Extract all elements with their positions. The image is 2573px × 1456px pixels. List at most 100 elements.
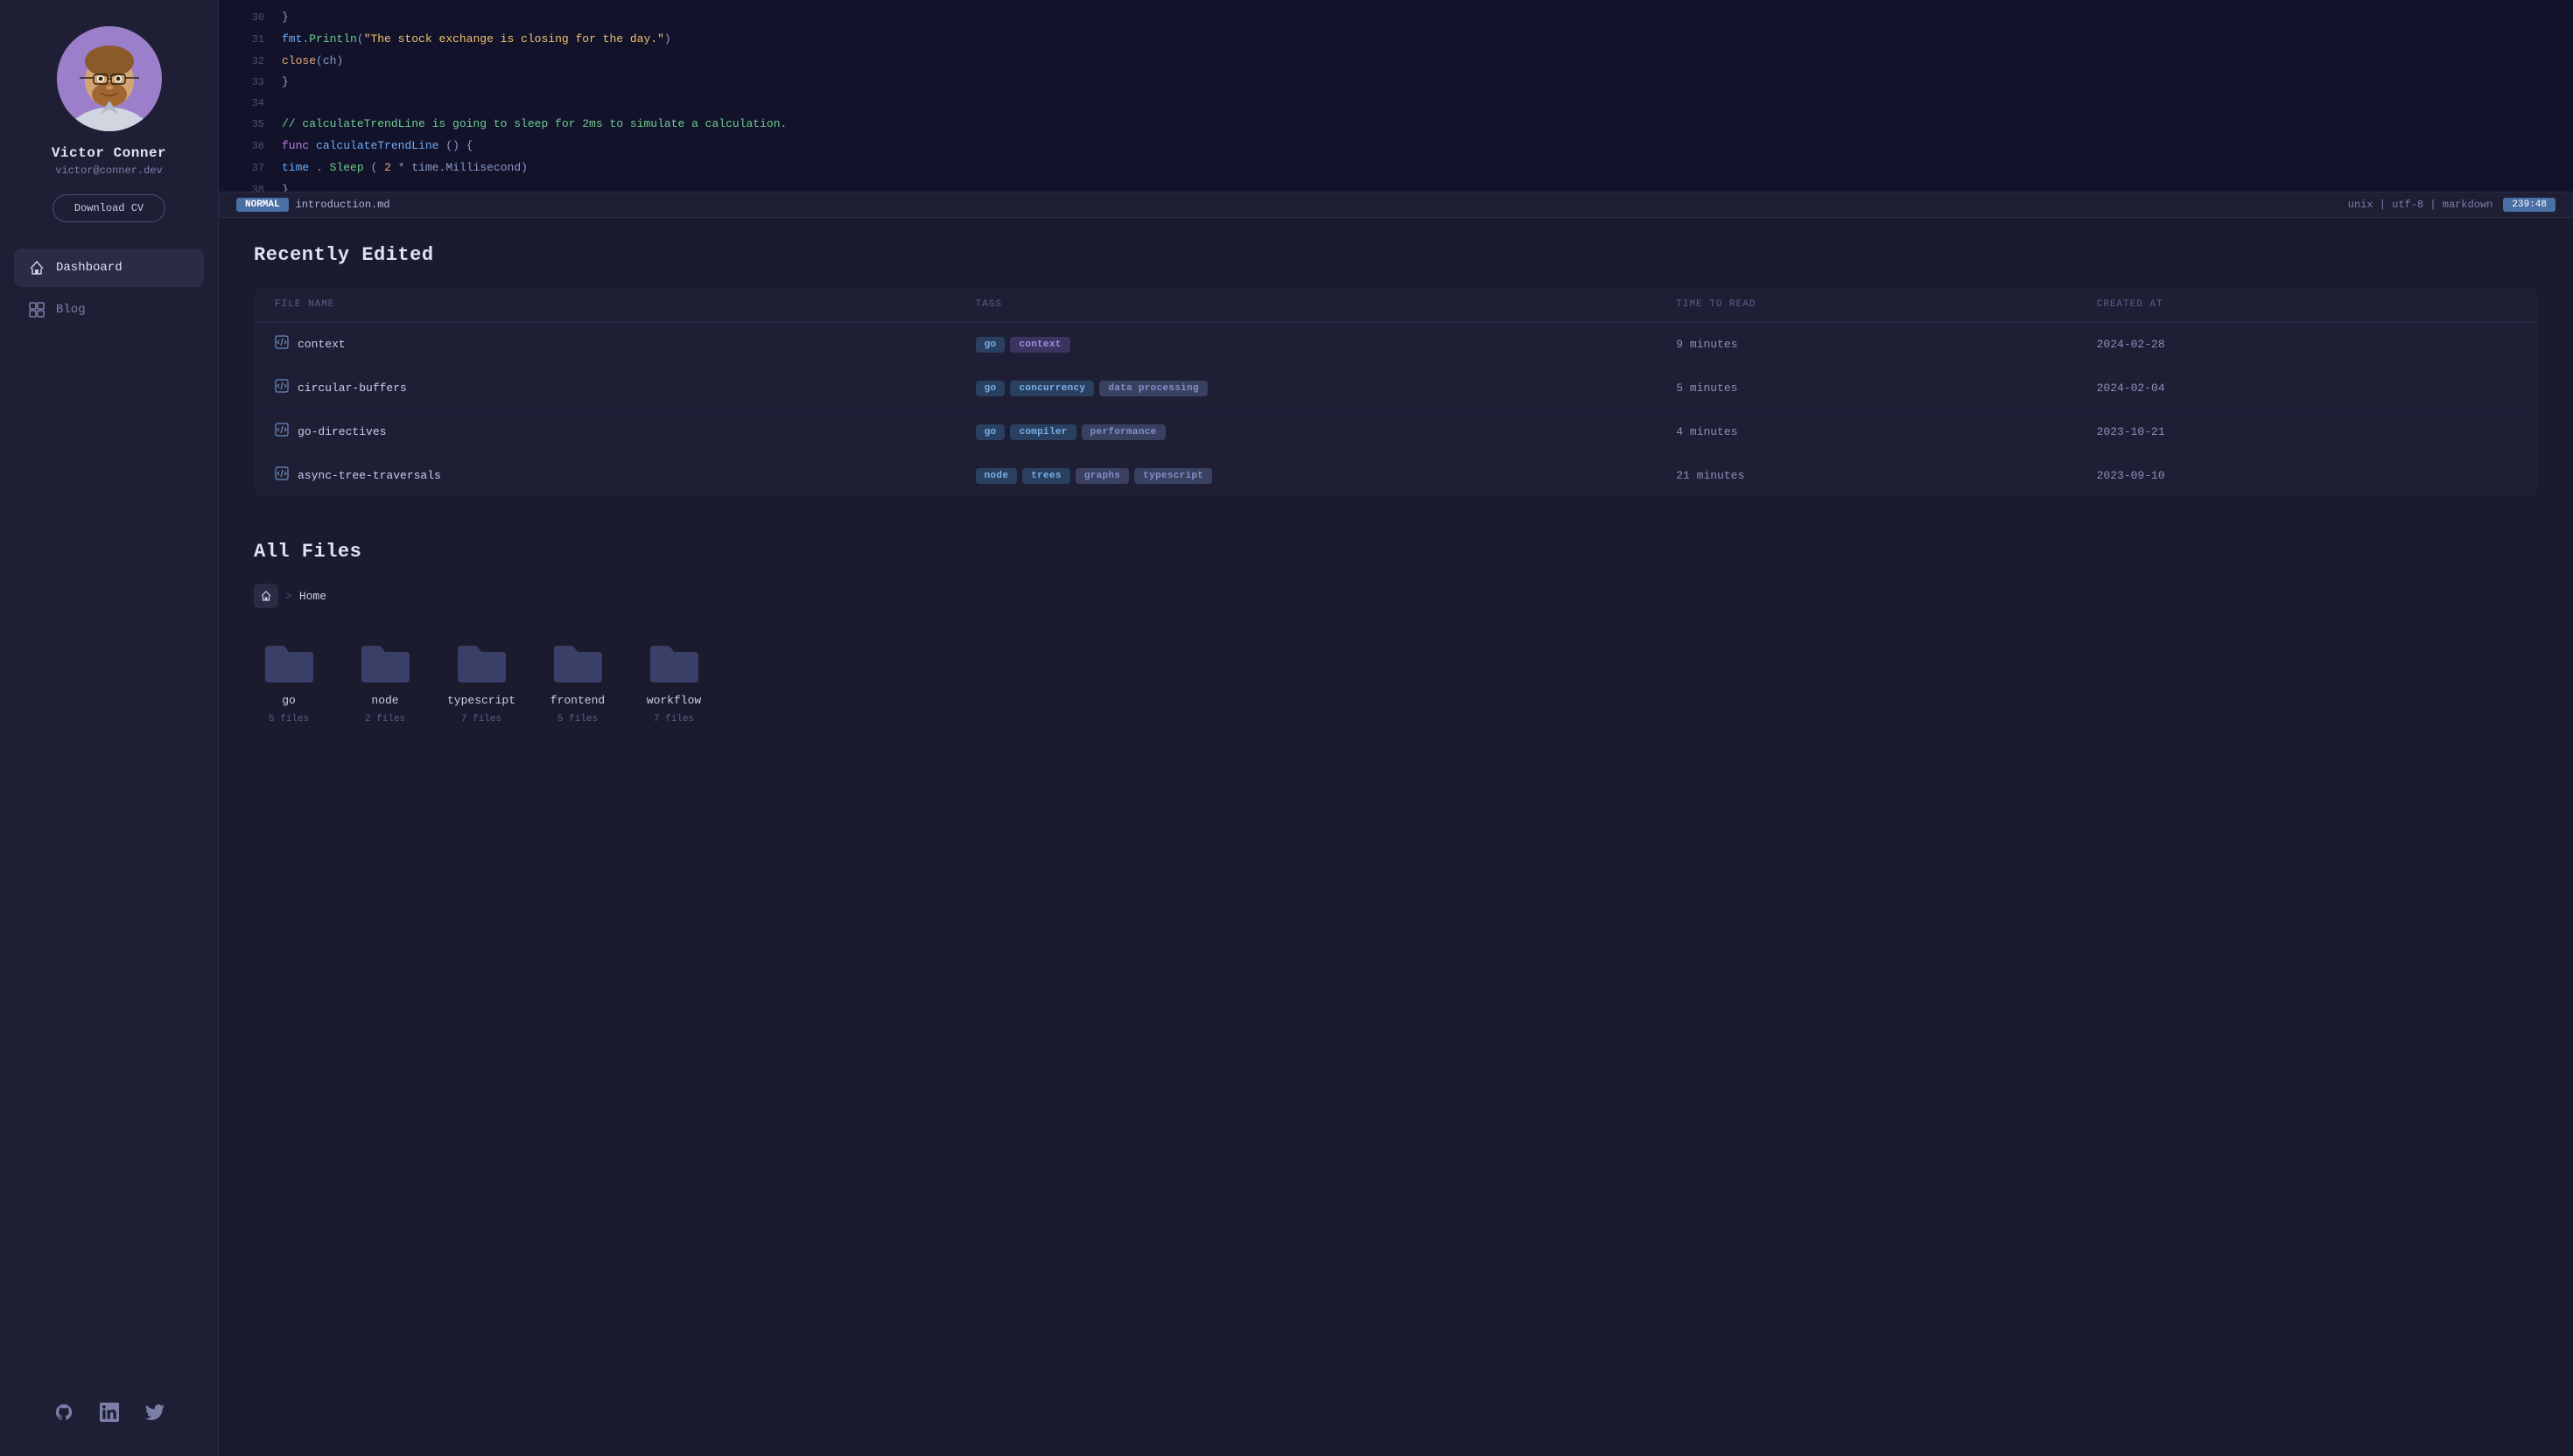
time-directives: 4 minutes	[1676, 425, 2096, 438]
filename-context: context	[298, 338, 346, 351]
folder-count-typescript: 7 files	[461, 714, 501, 724]
folder-icon-go	[258, 634, 319, 687]
tags-circular: go concurrency data processing	[976, 381, 1677, 396]
file-code-icon	[275, 379, 289, 397]
folder-icon-node	[354, 634, 416, 687]
cursor-position: 239:48	[2503, 198, 2555, 212]
table-row[interactable]: async-tree-traversals node trees graphs …	[254, 454, 2538, 497]
content-area[interactable]: Recently Edited FILE NAME TAGS TIME TO R…	[219, 218, 2573, 1456]
tag-typescript: typescript	[1134, 468, 1212, 484]
col-created: CREATED AT	[2097, 299, 2517, 310]
code-lines: 30 } 31 fmt.Println("The stock exchange …	[219, 0, 2573, 192]
editor-mode: NORMAL	[236, 198, 289, 212]
code-line-30: 30 }	[219, 7, 2573, 29]
folder-name-typescript: typescript	[447, 694, 515, 707]
avatar	[57, 26, 162, 131]
time-circular: 5 minutes	[1676, 382, 2096, 395]
folder-frontend[interactable]: frontend 5 files	[543, 634, 613, 724]
date-directives: 2023-10-21	[2097, 425, 2517, 438]
folder-typescript[interactable]: typescript 7 files	[446, 634, 516, 724]
status-bar: NORMAL introduction.md unix | utf-8 | ma…	[219, 192, 2573, 218]
sidebar-item-dashboard[interactable]: Dashboard	[14, 248, 204, 287]
folder-count-go: 5 files	[269, 714, 309, 724]
sidebar-item-blog[interactable]: Blog	[14, 290, 204, 329]
table-row[interactable]: context go context 9 minutes 2024-02-28	[254, 323, 2538, 367]
folder-icon-frontend	[547, 634, 608, 687]
folder-name-frontend: frontend	[550, 694, 605, 707]
breadcrumb-separator: >	[285, 590, 292, 603]
sidebar: Victor Conner victor@conner.dev Download…	[0, 0, 219, 1456]
filename-directives: go-directives	[298, 425, 386, 438]
folder-name-go: go	[282, 694, 296, 707]
file-cell-directives: go-directives	[275, 423, 976, 441]
code-line-37: 37 time . Sleep ( 2 * time.Millisecond)	[219, 158, 2573, 179]
code-line-34: 34	[219, 94, 2573, 114]
sidebar-nav: Dashboard Blog	[0, 248, 218, 332]
twitter-icon[interactable]	[143, 1400, 167, 1424]
date-context: 2024-02-28	[2097, 338, 2517, 351]
file-code-icon	[275, 423, 289, 441]
breadcrumb-home-button[interactable]	[254, 584, 278, 608]
tag-data-processing: data processing	[1099, 381, 1208, 396]
col-filename: FILE NAME	[275, 299, 976, 310]
tags-directives: go compiler performance	[976, 424, 1677, 440]
code-line-31: 31 fmt.Println("The stock exchange is cl…	[219, 29, 2573, 51]
table-header: FILE NAME TAGS TIME TO READ CREATED AT	[254, 287, 2538, 323]
breadcrumb-current: Home	[299, 590, 326, 603]
tag-go: go	[976, 381, 1006, 396]
tag-concurrency: concurrency	[1010, 381, 1094, 396]
code-line-32: 32 close(ch)	[219, 51, 2573, 73]
folder-node[interactable]: node 2 files	[350, 634, 420, 724]
folder-count-frontend: 5 files	[557, 714, 598, 724]
filename-circular: circular-buffers	[298, 382, 407, 395]
status-right: unix | utf-8 | markdown 239:48	[2348, 198, 2555, 212]
table-row[interactable]: go-directives go compiler performance 4 …	[254, 410, 2538, 454]
linkedin-icon[interactable]	[97, 1400, 122, 1424]
user-name: Victor Conner	[52, 145, 166, 161]
col-time: TIME TO READ	[1676, 299, 2096, 310]
folder-count-node: 2 files	[365, 714, 405, 724]
social-links	[38, 1386, 181, 1438]
folder-count-workflow: 7 files	[654, 714, 694, 724]
date-circular: 2024-02-04	[2097, 382, 2517, 395]
code-line-36: 36 func calculateTrendLine () {	[219, 136, 2573, 158]
tag-performance: performance	[1082, 424, 1166, 440]
filename-async: async-tree-traversals	[298, 469, 441, 482]
recently-edited-table: FILE NAME TAGS TIME TO READ CREATED AT	[254, 287, 2538, 497]
status-left: NORMAL introduction.md	[236, 198, 390, 212]
sidebar-item-blog-label: Blog	[56, 303, 86, 317]
tags-context: go context	[976, 337, 1677, 353]
code-line-38: 38 }	[219, 179, 2573, 192]
tag-trees: trees	[1022, 468, 1070, 484]
folder-icon-typescript	[451, 634, 512, 687]
date-async: 2023-09-10	[2097, 469, 2517, 482]
file-cell-context: context	[275, 335, 976, 354]
dashboard-icon	[28, 259, 46, 276]
tag-graphs: graphs	[1076, 468, 1129, 484]
tag-go: go	[976, 337, 1006, 353]
folders-grid: go 5 files node 2 files	[254, 634, 2538, 724]
tag-context: context	[1010, 337, 1069, 353]
github-icon[interactable]	[52, 1400, 76, 1424]
encoding-info: unix | utf-8 | markdown	[2348, 199, 2493, 211]
col-tags: TAGS	[976, 299, 1677, 310]
folder-icon-workflow	[643, 634, 705, 687]
download-cv-button[interactable]: Download CV	[53, 194, 165, 222]
recently-edited-title: Recently Edited	[254, 244, 2538, 266]
time-async: 21 minutes	[1676, 469, 2096, 482]
table-row[interactable]: circular-buffers go concurrency data pro…	[254, 367, 2538, 410]
folder-workflow[interactable]: workflow 7 files	[639, 634, 709, 724]
tag-node: node	[976, 468, 1018, 484]
folder-name-workflow: workflow	[647, 694, 701, 707]
folder-go[interactable]: go 5 files	[254, 634, 324, 724]
tags-async: node trees graphs typescript	[976, 468, 1677, 484]
status-filename: introduction.md	[296, 199, 390, 211]
tag-go: go	[976, 424, 1006, 440]
file-code-icon	[275, 335, 289, 354]
file-code-icon	[275, 466, 289, 485]
recently-edited-section: Recently Edited FILE NAME TAGS TIME TO R…	[254, 244, 2538, 497]
blog-icon	[28, 301, 46, 318]
home-icon	[260, 590, 272, 602]
user-email: victor@conner.dev	[55, 164, 162, 177]
code-line-33: 33 }	[219, 72, 2573, 94]
